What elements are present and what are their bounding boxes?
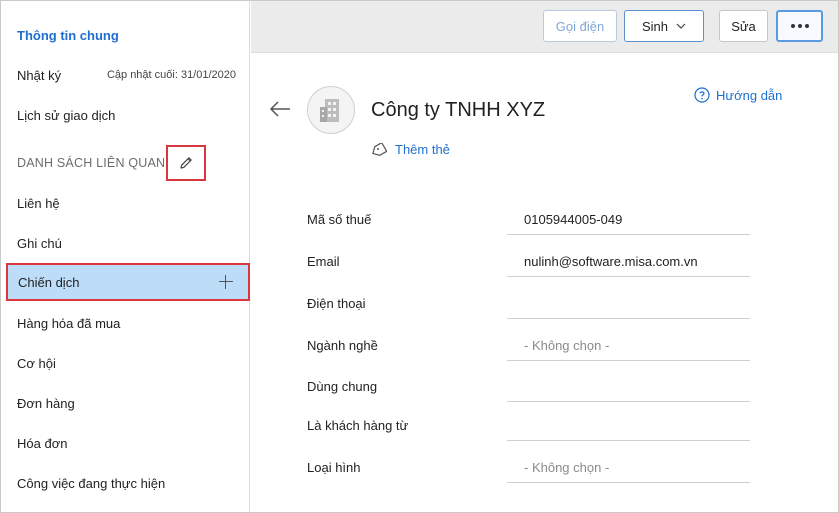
field-shared: Dùng chung — [307, 376, 750, 402]
sidebar-item-label: Hàng hóa đã mua — [17, 315, 121, 331]
sidebar-item-diary[interactable]: Nhật ký Cập nhật cuối: 31/01/2020 — [1, 56, 250, 94]
sidebar-item-label: Cơ hội — [17, 355, 56, 371]
sidebar-item-orders[interactable]: Đơn hàng — [1, 384, 250, 422]
field-label: Ngành nghề — [307, 338, 378, 353]
add-tag-link[interactable]: Thêm thẻ — [371, 142, 450, 157]
generate-dropdown-button[interactable]: Sinh — [624, 10, 704, 42]
field-email: Email nulinh@software.misa.com.vn — [307, 251, 750, 277]
company-avatar — [307, 86, 355, 134]
sidebar-item-ongoing-tasks[interactable]: Công việc đang thực hiện — [1, 464, 250, 502]
edit-button[interactable]: Sửa — [719, 10, 768, 42]
sidebar-item-general-info[interactable]: Thông tin chung — [1, 16, 250, 54]
sidebar-item-label: Nhật ký — [17, 67, 62, 83]
question-circle-icon — [694, 87, 710, 103]
more-dots-icon — [790, 24, 809, 28]
record-title: Công ty TNHH XYZ — [371, 99, 546, 121]
generate-button-label: Sinh — [641, 18, 669, 34]
sidebar-item-invoices[interactable]: Hóa đơn — [1, 424, 250, 462]
sidebar-item-opportunities[interactable]: Cơ hội — [1, 344, 250, 382]
call-button-label: Gọi điện — [555, 18, 605, 34]
last-updated-text: Cập nhật cuối: 31/01/2020 — [106, 69, 236, 81]
sidebar-item-label: Thông tin chung — [17, 27, 119, 43]
record-detail: Công ty TNHH XYZ Hướng dẫn Thêm thẻ Mã s… — [251, 54, 838, 512]
back-arrow-icon[interactable] — [268, 99, 292, 119]
related-list-section-title: DANH SÁCH LIÊN QUAN — [1, 144, 250, 182]
sidebar-item-label: Đơn hàng — [17, 395, 75, 411]
field-customer-since: Là khách hàng từ — [307, 415, 750, 441]
sidebar: Thông tin chung Nhật ký Cập nhật cuối: 3… — [1, 1, 250, 512]
call-button[interactable]: Gọi điện — [543, 10, 617, 42]
help-link[interactable]: Hướng dẫn — [694, 87, 782, 103]
building-icon — [320, 99, 339, 122]
sidebar-item-label: Lịch sử giao dịch — [17, 107, 116, 123]
pencil-icon — [180, 157, 192, 169]
tag-icon — [372, 142, 387, 156]
field-label: Mã số thuế — [307, 212, 372, 227]
field-label: Điện thoại — [307, 296, 366, 311]
sidebar-item-notes[interactable]: Ghi chú — [1, 224, 250, 262]
add-tag-label: Thêm thẻ — [395, 142, 450, 157]
field-label: Là khách hàng từ — [307, 418, 409, 433]
field-label: Email — [307, 254, 340, 269]
add-campaign-plus-icon[interactable] — [218, 274, 234, 290]
sidebar-item-contacts[interactable]: Liên hệ — [1, 184, 250, 222]
edit-button-label: Sửa — [731, 18, 756, 34]
field-value[interactable] — [507, 376, 750, 402]
sidebar-item-purchased-goods[interactable]: Hàng hóa đã mua — [1, 304, 250, 342]
sidebar-item-label: Ghi chú — [17, 235, 62, 251]
field-value[interactable]: - Không chọn - — [507, 457, 750, 483]
field-value[interactable]: nulinh@software.misa.com.vn — [507, 251, 750, 277]
chevron-down-icon — [676, 23, 686, 29]
section-label: DANH SÁCH LIÊN QUAN — [17, 156, 166, 170]
sidebar-item-label: Liên hệ — [17, 195, 60, 211]
field-label: Dùng chung — [307, 379, 378, 394]
sidebar-item-transaction-history[interactable]: Lịch sử giao dịch — [1, 96, 250, 134]
help-link-label: Hướng dẫn — [716, 87, 783, 103]
sidebar-item-label: Chiến dịch — [18, 274, 80, 290]
field-value[interactable] — [507, 415, 750, 441]
field-tax-code: Mã số thuế 0105944005-049 — [307, 209, 750, 235]
top-toolbar: Gọi điện Sinh Sửa — [251, 1, 838, 53]
field-type: Loại hình - Không chọn - — [307, 457, 750, 483]
field-label: Loại hình — [307, 460, 361, 475]
field-value[interactable] — [507, 293, 750, 319]
field-value[interactable]: - Không chọn - — [507, 335, 750, 361]
field-industry: Ngành nghề - Không chọn - — [307, 335, 750, 361]
edit-related-list-button[interactable] — [166, 145, 206, 181]
sidebar-item-label: Công việc đang thực hiện — [17, 475, 166, 491]
field-value[interactable]: 0105944005-049 — [507, 209, 750, 235]
sidebar-item-campaigns[interactable]: Chiến dịch — [6, 263, 250, 301]
more-options-button[interactable] — [776, 10, 823, 42]
sidebar-item-label: Hóa đơn — [17, 435, 68, 451]
field-phone: Điện thoại — [307, 293, 750, 319]
